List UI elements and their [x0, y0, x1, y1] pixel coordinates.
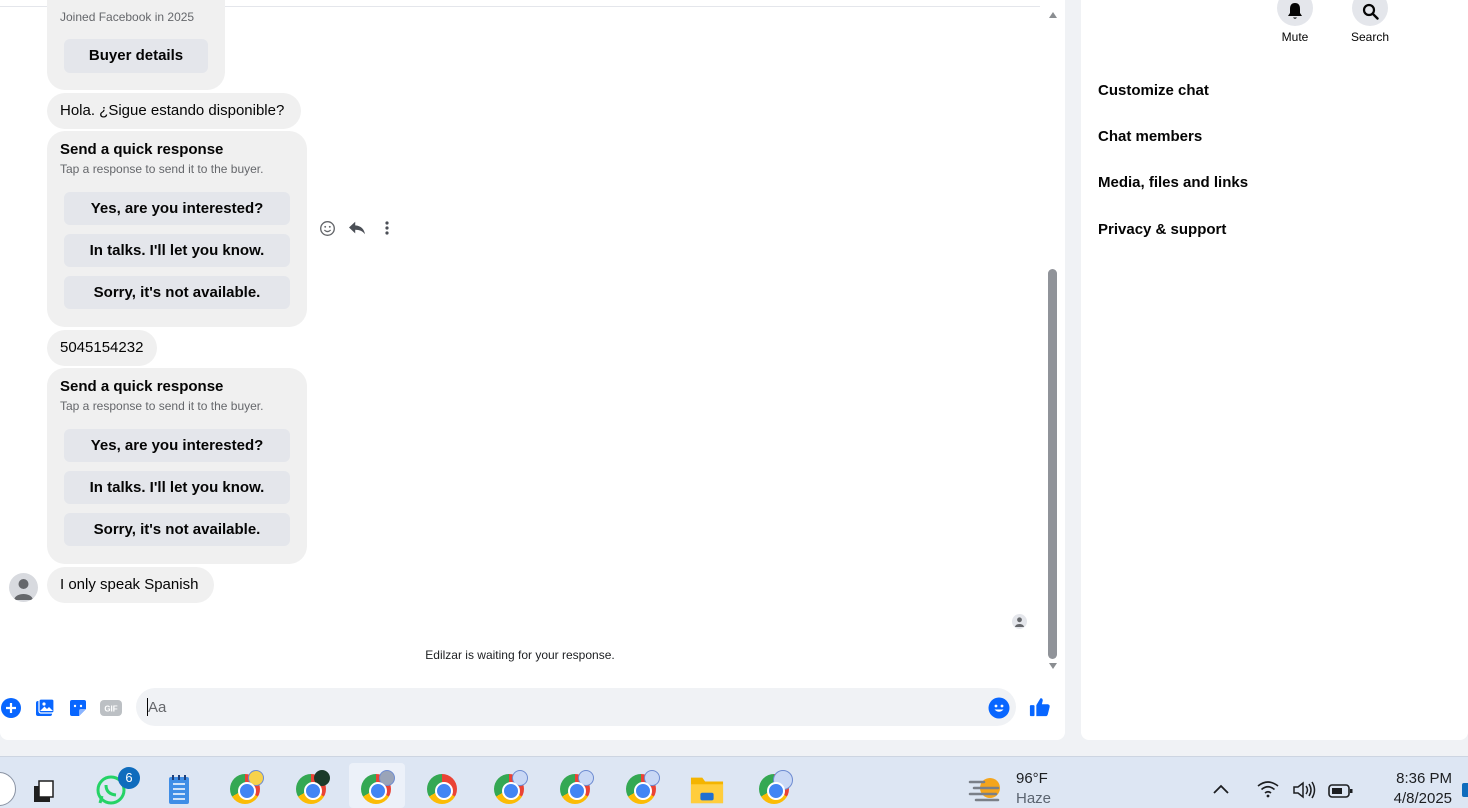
gif-label: GIF [104, 705, 117, 714]
quick-response-title: Send a quick response [60, 378, 224, 395]
notepad-icon[interactable] [162, 772, 196, 806]
weather-temperature: 96°F [1016, 770, 1048, 787]
battery-icon[interactable] [1328, 784, 1354, 803]
scroll-up-arrow-icon[interactable] [1049, 12, 1057, 18]
message-text: I only speak Spanish [60, 576, 199, 593]
file-explorer-icon[interactable] [690, 772, 724, 806]
message-bubble[interactable]: Hola. ¿Sigue estando disponible? [47, 93, 301, 129]
message-hover-actions [318, 218, 396, 238]
system-clock[interactable]: 8:36 PM 4/8/2025 [1378, 769, 1452, 808]
quick-response-option[interactable]: In talks. I'll let you know. [64, 234, 290, 267]
quick-response-subtitle: Tap a response to send it to the buyer. [60, 399, 264, 413]
joined-text: Joined Facebook in 2025 [60, 10, 195, 24]
message-bubble[interactable]: I only speak Spanish [47, 567, 214, 603]
search-pill-icon[interactable] [0, 772, 16, 806]
avatar[interactable] [9, 573, 38, 602]
task-view-icon[interactable] [26, 774, 60, 808]
quick-response-option[interactable]: Sorry, it's not available. [64, 513, 290, 546]
photo-icon[interactable] [34, 697, 56, 719]
volume-icon[interactable] [1292, 780, 1318, 805]
scroll-down-arrow-icon[interactable] [1049, 663, 1057, 669]
seen-indicator-avatar [1012, 614, 1027, 629]
message-bubble[interactable]: 5045154232 [47, 330, 157, 366]
chrome-profile-icon[interactable] [294, 770, 330, 806]
weather-icon[interactable] [968, 772, 1006, 808]
message-composer: GIF [0, 686, 1065, 730]
quick-response-option[interactable]: Yes, are you interested? [64, 192, 290, 225]
chrome-profile-icon[interactable] [624, 770, 660, 806]
search-label: Search [1350, 30, 1390, 44]
buyer-details-button[interactable]: Buyer details [64, 39, 208, 73]
quick-response-option[interactable]: Yes, are you interested? [64, 429, 290, 462]
clock-time: 8:36 PM [1396, 770, 1452, 787]
chrome-profile-icon[interactable] [757, 770, 793, 806]
more-options-icon[interactable] [378, 218, 396, 238]
customize-chat-item[interactable]: Customize chat [1098, 82, 1209, 99]
scrollbar[interactable] [1045, 8, 1061, 676]
weather-description: Haze [1016, 790, 1052, 807]
quick-response-title: Send a quick response [60, 141, 224, 158]
message-text: Hola. ¿Sigue estando disponible? [60, 102, 285, 119]
message-input[interactable] [136, 688, 1016, 726]
quick-response-card: Send a quick response Tap a response to … [47, 131, 307, 327]
quick-response-option[interactable]: In talks. I'll let you know. [64, 471, 290, 504]
notification-badge: 6 [118, 767, 140, 789]
thumbs-up-icon[interactable] [1029, 696, 1051, 718]
mute-label: Mute [1281, 30, 1309, 44]
clock-date: 4/8/2025 [1393, 790, 1452, 807]
chevron-up-icon[interactable] [1212, 782, 1230, 800]
bell-icon [1277, 0, 1313, 26]
message-text: 5045154232 [60, 339, 144, 356]
buyer-profile-card: Joined Facebook in 2025 Buyer details [47, 0, 225, 90]
sticker-icon[interactable] [67, 697, 89, 719]
reply-icon[interactable] [348, 218, 366, 238]
chrome-profile-icon[interactable] [492, 770, 528, 806]
quick-response-card: Send a quick response Tap a response to … [47, 368, 307, 564]
media-files-links-item[interactable]: Media, files and links [1098, 174, 1248, 191]
scrollbar-thumb[interactable] [1048, 269, 1057, 659]
gif-icon[interactable]: GIF [100, 697, 122, 719]
quick-response-subtitle: Tap a response to send it to the buyer. [60, 162, 264, 176]
weather-widget[interactable]: 96°F Haze [1016, 769, 1051, 808]
message-list[interactable]: Joined Facebook in 2025 Buyer details Ho… [0, 0, 1040, 680]
chat-info-panel: Mute Search Customize chat Chat members … [1081, 0, 1468, 740]
chat-members-item[interactable]: Chat members [1098, 128, 1202, 145]
plus-icon[interactable] [0, 697, 22, 719]
react-icon[interactable] [318, 218, 336, 238]
chat-panel: Joined Facebook in 2025 Buyer details Ho… [0, 0, 1065, 740]
emoji-icon[interactable] [988, 697, 1010, 719]
search-icon [1352, 0, 1388, 26]
chrome-icon[interactable] [425, 772, 459, 806]
chrome-profile-icon[interactable] [228, 770, 264, 806]
privacy-support-item[interactable]: Privacy & support [1098, 221, 1226, 238]
windows-taskbar [0, 756, 1468, 808]
chrome-profile-icon[interactable] [558, 770, 594, 806]
notification-bell-icon[interactable] [1462, 783, 1468, 797]
mute-button[interactable]: Mute [1265, 0, 1325, 44]
text-caret [147, 698, 148, 716]
quick-response-option[interactable]: Sorry, it's not available. [64, 276, 290, 309]
chrome-profile-icon[interactable] [359, 770, 395, 806]
search-button[interactable]: Search [1340, 0, 1400, 44]
waiting-status: Edilzar is waiting for your response. [425, 648, 615, 662]
wifi-icon[interactable] [1256, 780, 1280, 803]
